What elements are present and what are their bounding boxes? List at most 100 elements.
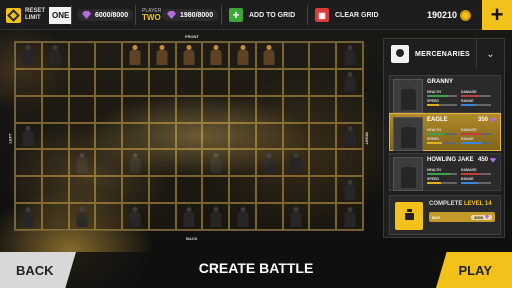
grid-cell[interactable] [95,95,123,123]
grid-cell[interactable] [175,203,203,230]
clear-grid-button[interactable]: ▦ CLEAR GRID [315,0,379,30]
player-unit[interactable] [22,206,35,227]
grid-cell[interactable] [175,176,203,204]
grid-cell[interactable] [309,95,337,123]
grid-cell[interactable] [175,95,203,123]
grid-cell[interactable] [148,176,176,204]
player-unit[interactable] [236,206,249,227]
enemy-unit[interactable] [209,45,222,66]
grid-cell[interactable] [15,203,42,230]
enemy-unit[interactable] [156,45,169,66]
player-unit[interactable] [22,45,35,66]
player-unit[interactable] [263,152,276,173]
player-unit[interactable] [290,152,303,173]
grid-cell[interactable] [336,149,363,177]
grid-cell[interactable] [15,42,42,69]
player-unit[interactable] [290,206,303,227]
grid-cell[interactable] [68,95,96,123]
grid-cell[interactable] [122,176,149,204]
grid-cell[interactable] [282,203,310,230]
grid-cell[interactable] [68,42,96,69]
grid-cell[interactable] [175,122,203,150]
player-unit[interactable] [129,152,142,173]
buy-button[interactable]: BUY 3000 [429,212,495,222]
grid-cell[interactable] [68,203,96,230]
grid-cell[interactable] [41,176,69,204]
grid-cell[interactable] [336,122,363,150]
grid-cell[interactable] [229,149,256,177]
reset-limit-button[interactable]: RESET LIMIT ONE [6,0,73,30]
grid-cell[interactable] [95,68,123,96]
player-unit[interactable] [343,206,356,227]
mercenary-card[interactable]: HOWLING JAKE 450 HEALTH DAMAGE SPEED RANGE [389,153,501,191]
grid-cell[interactable] [309,68,337,96]
grid-cell[interactable] [15,122,42,150]
grid-cell[interactable] [122,95,149,123]
grid-cell[interactable] [255,149,283,177]
grid-cell[interactable] [68,68,96,96]
grid-cell[interactable] [41,203,69,230]
grid-cell[interactable] [202,42,230,69]
grid-cell[interactable] [309,122,337,150]
grid-cell[interactable] [95,42,123,69]
grid-cell[interactable] [336,68,363,96]
player-unit[interactable] [209,152,222,173]
grid-cell[interactable] [148,203,176,230]
player-selector[interactable]: PLAYER TWO [142,0,161,30]
category-dropdown[interactable]: ⌄ [476,39,504,69]
grid-cell[interactable] [68,122,96,150]
grid-cell[interactable] [122,42,149,69]
grid-cell[interactable] [148,95,176,123]
grid-cell[interactable] [202,68,230,96]
grid-cell[interactable] [336,42,363,69]
grid-cell[interactable] [148,42,176,69]
grid-cell[interactable] [309,176,337,204]
grid-cell[interactable] [15,68,42,96]
grid-cell[interactable] [41,95,69,123]
grid-cell[interactable] [15,176,42,204]
grid-cell[interactable] [95,122,123,150]
play-button[interactable]: PLAY [436,252,512,288]
player-unit[interactable] [49,45,62,66]
enemy-unit[interactable] [236,45,249,66]
grid-cell[interactable] [122,149,149,177]
grid-cell[interactable] [202,95,230,123]
grid-cell[interactable] [229,176,256,204]
grid-cell[interactable] [229,122,256,150]
grid-cell[interactable] [229,95,256,123]
grid-cell[interactable] [282,95,310,123]
grid-cell[interactable] [309,203,337,230]
player-unit[interactable] [343,72,356,93]
grid-cell[interactable] [282,42,310,69]
grid-cell[interactable] [175,149,203,177]
player-unit[interactable] [209,206,222,227]
grid-cell[interactable] [255,68,283,96]
grid-cell[interactable] [122,68,149,96]
grid-cell[interactable] [202,149,230,177]
grid-cell[interactable] [282,68,310,96]
mercenary-card[interactable]: EAGLE 350 HEALTH DAMAGE SPEED RANGE [389,113,501,151]
grid-cell[interactable] [15,149,42,177]
grid-cell[interactable] [202,203,230,230]
grid-cell[interactable] [255,176,283,204]
grid-cell[interactable] [68,149,96,177]
player-unit[interactable] [75,206,88,227]
grid-cell[interactable] [68,176,96,204]
grid-cell[interactable] [229,68,256,96]
grid-cell[interactable] [122,203,149,230]
grid-cell[interactable] [175,68,203,96]
grid-cell[interactable] [255,122,283,150]
mercenary-card[interactable]: GRANNY HEALTH DAMAGE SPEED RANGE [389,75,501,113]
grid-cell[interactable] [202,122,230,150]
grid-cell[interactable] [148,149,176,177]
grid-cell[interactable] [41,68,69,96]
enemy-unit[interactable] [129,45,142,66]
add-coins-button[interactable]: + [482,0,512,30]
enemy-unit[interactable] [263,45,276,66]
grid-cell[interactable] [336,203,363,230]
grid-cell[interactable] [122,122,149,150]
grid-cell[interactable] [148,68,176,96]
player-unit[interactable] [129,206,142,227]
grid-cell[interactable] [175,42,203,69]
player-unit[interactable] [22,125,35,146]
